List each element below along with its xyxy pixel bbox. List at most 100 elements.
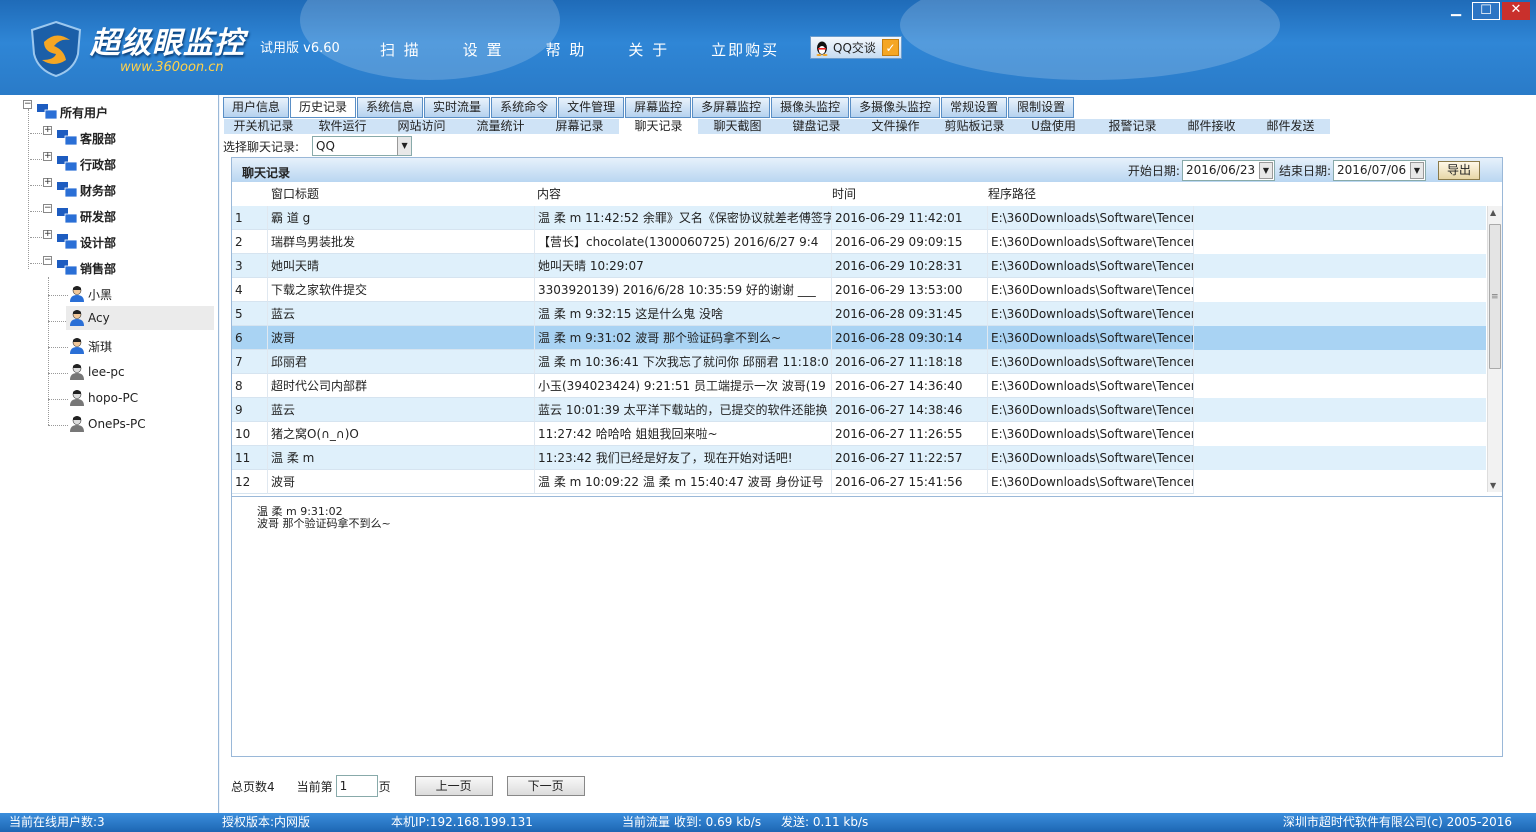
table-row[interactable]: 9 蓝云 蓝云 10:01:39 太平洋下载站的，已提交的软件还能换 2016-06-… [232,398,1486,422]
table-row[interactable]: 11 温 柔 m 11:23:42 我们已经是好友了，现在开始对话吧! 2016-06… [232,446,1486,470]
tree-user-xiaohei[interactable]: 小黑 [68,283,112,305]
collapse-toggle-icon[interactable]: − [43,204,52,213]
nav-about[interactable]: 关 于 [628,39,669,60]
subtab-chat-screenshot[interactable]: 聊天截图 [698,119,777,134]
dropdown-arrow-icon[interactable]: ▼ [1258,162,1273,179]
col-path[interactable]: 程序路径 [988,184,1194,204]
scroll-up-icon[interactable]: ▲ [1490,208,1496,217]
table-row[interactable]: 5 蓝云温 柔 m 9:32:15 这是什么鬼 没啥 2016-06-28 09:3… [232,302,1486,326]
table-row[interactable]: 6 波哥温 柔 m 9:31:02 波哥 那个验证码拿不到么~ 2016-06-28… [232,326,1486,350]
nav-scan[interactable]: 扫 描 [380,39,421,60]
tree-group-yanfa[interactable]: 研发部 [56,205,116,227]
start-date-picker[interactable]: 2016/06/23 ▼ [1181,160,1275,181]
tab-file-manager[interactable]: 文件管理 [558,97,625,118]
subtab-clipboard[interactable]: 剪贴板记录 [935,119,1014,134]
cell-path: E:\360Downloads\Software\Tencent [988,398,1194,422]
table-row[interactable]: 10 猪之窝O(∩_∩)O 11:27:42 哈哈哈 姐姐我回来啦~ 2016-06-… [232,422,1486,446]
subtab-screen-record[interactable]: 屏幕记录 [540,119,619,134]
close-button[interactable]: ✕ [1502,2,1530,20]
nav-help[interactable]: 帮 助 [546,39,587,60]
end-date-label: 结束日期: [1278,164,1331,178]
tab-history[interactable]: 历史记录 [290,97,357,118]
tree-group-kefu[interactable]: 客服部 [56,127,116,149]
tab-camera[interactable]: 摄像头监控 [771,97,850,118]
scroll-down-icon[interactable]: ▼ [1490,481,1496,490]
col-content[interactable]: 内容 [537,184,832,204]
tree-group-label: 行政部 [80,157,117,172]
table-row[interactable]: 8 超时代公司内部群 小玉(394023424) 9:21:51 员工端提示一次 波… [232,374,1486,398]
current-page-input[interactable]: 1 [335,775,378,797]
subtab-chat-record[interactable]: 聊天记录 [619,119,698,134]
current-page-label: 当前第 [296,779,333,794]
subtab-keyboard-record[interactable]: 键盘记录 [777,119,856,134]
cell-content: 温 柔 m 11:42:52 余罪》又名《保密协议就差老傅签字 [535,206,832,230]
tree-user-lee-pc[interactable]: lee-pc [68,361,125,383]
collapse-toggle-icon[interactable]: − [23,100,32,109]
expand-toggle-icon[interactable]: + [43,178,52,187]
tree-line [48,277,49,425]
subtab-software-run[interactable]: 软件运行 [303,119,382,134]
subtab-traffic-stats[interactable]: 流量统计 [461,119,540,134]
tab-realtime-traffic[interactable]: 实时流量 [424,97,491,118]
minimize-button[interactable]: ▁ [1442,2,1470,20]
subtab-alarm-record[interactable]: 报警记录 [1093,119,1172,134]
nav-buy[interactable]: 立即购买 [711,39,779,60]
tree-user-hopo-pc[interactable]: hopo-PC [68,387,138,409]
qq-chat-button[interactable]: QQ交谈 ✓ [810,36,902,59]
subtab-file-operation[interactable]: 文件操作 [856,119,935,134]
cell-path: E:\360Downloads\Software\Tencent [988,326,1194,350]
expand-toggle-icon[interactable]: + [43,126,52,135]
table-row[interactable]: 4 下载之家软件提交 3303920139) 2016/6/28 10:35:59 … [232,278,1486,302]
status-local-ip: 本机IP:192.168.199.131 [391,815,533,829]
status-traffic-sent: 发送: 0.11 kb/s [781,815,869,829]
col-time[interactable]: 时间 [832,184,988,204]
maximize-button[interactable]: ☐ [1472,2,1500,20]
collapse-toggle-icon[interactable]: − [43,256,52,265]
cell-window-title: 霸 道 g [268,206,535,230]
table-row[interactable]: 12 波哥温 柔 m 10:09:22 温 柔 m 15:40:47 波哥 身份证… [232,470,1486,494]
tree-group-xiaoshou[interactable]: 销售部 [56,257,116,279]
tab-system-command[interactable]: 系统命令 [491,97,558,118]
table-header: 窗口标题 内容 时间 程序路径 [232,184,1502,204]
tab-restriction-settings[interactable]: 限制设置 [1008,97,1075,118]
col-window-title[interactable]: 窗口标题 [271,184,537,204]
table-row[interactable]: 7 邱丽君温 柔 m 10:36:41 下次我忘了就问你 邱丽君 11:18:0 2… [232,350,1486,374]
tree-group-caiwu[interactable]: 财务部 [56,179,116,201]
tree-group-sheji[interactable]: 设计部 [56,231,116,253]
tab-multi-screen[interactable]: 多屏幕监控 [692,97,771,118]
tree-user-label: Acy [88,311,110,325]
nav-settings[interactable]: 设 置 [463,39,504,60]
subtab-usb-usage[interactable]: U盘使用 [1014,119,1093,134]
tab-general-settings[interactable]: 常规设置 [941,97,1008,118]
total-pages: 总页数4 [231,779,275,794]
tree-root[interactable]: 所有用户 [36,101,108,123]
tab-multi-camera[interactable]: 多摄像头监控 [850,97,941,118]
prev-page-button[interactable]: 上一页 [414,776,493,796]
next-page-button[interactable]: 下一页 [506,776,585,796]
tree-group-xingzheng[interactable]: 行政部 [56,153,116,175]
subtab-web-visit[interactable]: 网站访问 [382,119,461,134]
tab-user-info[interactable]: 用户信息 [223,97,290,118]
expand-toggle-icon[interactable]: + [43,230,52,239]
table-row[interactable]: 3 她叫天晴 她叫天晴 10:29:07 2016-06-29 10:28:31 E:\… [232,254,1486,278]
tab-screen-monitor[interactable]: 屏幕监控 [625,97,692,118]
dropdown-arrow-icon[interactable]: ▼ [1410,162,1424,179]
subtab-mail-receive[interactable]: 邮件接收 [1172,119,1251,134]
tab-system-info[interactable]: 系统信息 [357,97,424,118]
table-row[interactable]: 1霸 道 g温 柔 m 11:42:52 余罪》又名《保密协议就差老傅签字 201… [232,206,1486,230]
subtab-power-log[interactable]: 开关机记录 [224,119,303,134]
dropdown-arrow-icon[interactable]: ▼ [397,137,412,155]
tree-user-jianqi[interactable]: 渐琪 [68,335,112,357]
table-row[interactable]: 2 瑞群鸟男装批发 【营长】chocolate(1300060725) 2016/6… [232,230,1486,254]
export-button[interactable]: 导出 [1438,161,1480,180]
chat-type-select[interactable]: QQ ▼ [312,136,413,156]
table-scrollbar[interactable]: ▲ ≡ ▼ [1487,206,1502,492]
end-date-picker[interactable]: 2016/07/06 ▼ [1333,160,1426,181]
tree-user-label: 渐琪 [88,339,113,354]
cell-content: 11:27:42 哈哈哈 姐姐我回来啦~ [535,422,832,446]
tree-user-oneps-pc[interactable]: OnePs-PC [68,413,146,435]
expand-toggle-icon[interactable]: + [43,152,52,161]
subtab-mail-send[interactable]: 邮件发送 [1251,119,1330,134]
cell-time: 2016-06-29 09:09:15 [832,230,988,254]
tree-user-acy[interactable]: Acy [66,306,214,330]
